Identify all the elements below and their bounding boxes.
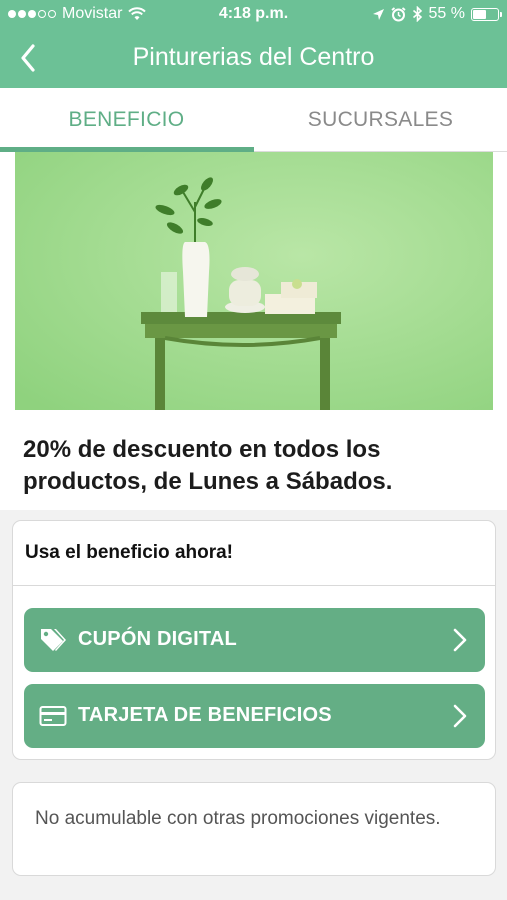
- digital-coupon-button[interactable]: CUPÓN DIGITAL: [24, 608, 485, 672]
- tab-sucursales[interactable]: SUCURSALES: [254, 88, 507, 152]
- tab-beneficio[interactable]: BENEFICIO: [0, 88, 253, 152]
- chevron-right-icon: [453, 704, 467, 728]
- offer-section: 20% de descuento en todos los productos,…: [0, 410, 507, 510]
- credit-card-icon: [38, 702, 68, 730]
- benefits-card-label: TARJETA DE BENEFICIOS: [78, 704, 332, 726]
- battery-percentage: 55 %: [428, 5, 465, 22]
- chevron-right-icon: [453, 628, 467, 652]
- green-room-table-vase-image: [15, 152, 493, 410]
- battery-icon: [471, 7, 502, 21]
- digital-coupon-label: CUPÓN DIGITAL: [78, 628, 237, 650]
- terms-note-card: No acumulable con otras promociones vige…: [12, 782, 496, 876]
- page-title: Pinturerias del Centro: [132, 43, 375, 71]
- location-arrow-icon: [372, 8, 384, 20]
- status-right: 55 %: [372, 5, 502, 23]
- bluetooth-icon: [412, 6, 422, 22]
- hero-image: [0, 152, 507, 410]
- benefit-card-header: Usa el beneficio ahora!: [13, 521, 495, 586]
- status-bar: Movistar 4:18 p.m. 55 %: [0, 0, 507, 30]
- tag-icon: [38, 626, 68, 654]
- offer-description: 20% de descuento en todos los productos,…: [23, 436, 393, 495]
- benefits-card-button[interactable]: TARJETA DE BENEFICIOS: [24, 684, 485, 748]
- alarm-clock-icon: [390, 6, 406, 21]
- navigation-bar: Pinturerias del Centro: [0, 30, 507, 88]
- tab-bar: BENEFICIO SUCURSALES: [0, 88, 507, 152]
- terms-note-text: No acumulable con otras promociones vige…: [35, 808, 441, 829]
- benefit-card: Usa el beneficio ahora! CUPÓN DIGITAL TA…: [12, 520, 496, 760]
